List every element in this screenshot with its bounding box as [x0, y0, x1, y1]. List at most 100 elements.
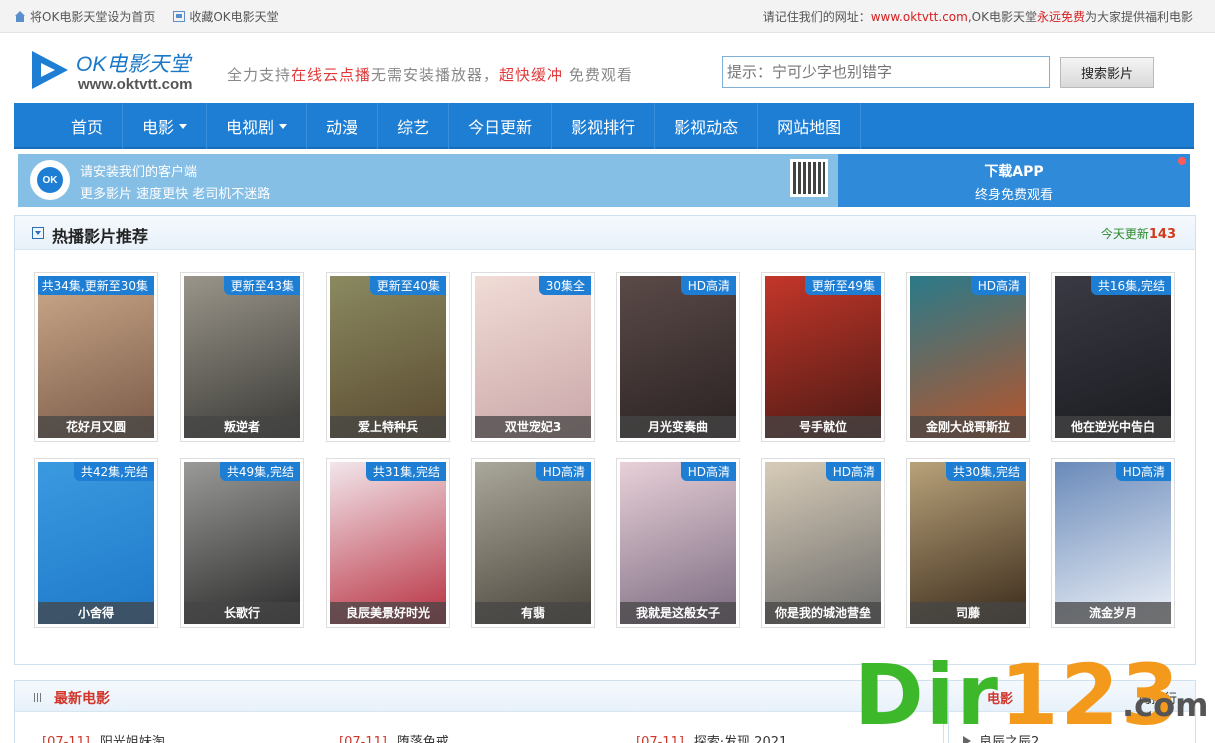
- movie-card[interactable]: 共30集,完结 司藤: [906, 458, 1030, 628]
- slogan: 全力支持在线云点播无需安装播放器，超快缓冲 免费观看: [227, 64, 633, 85]
- slogan-highlight: 超快缓冲: [499, 66, 564, 84]
- movie-title: 叛逆者: [184, 416, 300, 438]
- set-homepage-label: 将OK电影天堂设为首页: [30, 10, 156, 24]
- nav-item[interactable]: 动漫: [307, 103, 379, 149]
- latest-movie-row[interactable]: [07-11] 堕落色戒: [339, 731, 449, 743]
- search-input[interactable]: [722, 56, 1050, 88]
- nav-item-label: 电影: [142, 118, 175, 137]
- movie-title: 我就是这般女子: [620, 602, 736, 624]
- ranking-item[interactable]: 良辰之辰2: [963, 731, 1039, 743]
- movie-poster: 共42集,完结 小舍得: [38, 462, 154, 624]
- movie-poster: 30集全双世宠妃3: [475, 276, 591, 438]
- episode-badge: HD高清: [1115, 462, 1171, 481]
- nav-item-label: 今日更新: [468, 118, 533, 137]
- nav-item[interactable]: 影视动态: [655, 103, 759, 149]
- notification-dot: [1178, 157, 1186, 165]
- row-title: 阳光姐妹淘: [99, 735, 165, 743]
- movie-poster: HD高清 流金岁月: [1055, 462, 1171, 624]
- set-homepage-link[interactable]: 将OK电影天堂设为首页: [14, 8, 155, 25]
- movie-card[interactable]: HD高清我就是这般女子: [616, 458, 740, 628]
- app-banner[interactable]: OK 请安装我们的客户端 更多影片 速度更快 老司机不迷路 下载APP 终身免费…: [18, 154, 1190, 207]
- logo-name: OK电影天堂: [76, 53, 191, 76]
- movie-card[interactable]: 共31集,完结 良辰美景好时光: [326, 458, 450, 628]
- movie-card[interactable]: HD高清 有翡: [471, 458, 595, 628]
- section-title: 最新电影: [54, 691, 110, 707]
- movie-title: 花好月又圆: [38, 416, 154, 438]
- movie-card[interactable]: HD高清 金刚大战哥斯拉: [906, 272, 1030, 442]
- bookmark-link[interactable]: 收藏OK电影天堂: [173, 8, 279, 25]
- movie-card[interactable]: HD高清 流金岁月: [1051, 458, 1175, 628]
- movie-poster: 共16集,完结他在逆光中告白: [1055, 276, 1171, 438]
- movie-card[interactable]: 更新至40集 爱上特种兵: [326, 272, 450, 442]
- nav-item[interactable]: 电影: [123, 103, 208, 149]
- section-title: 热播影片推荐: [52, 227, 149, 246]
- top-bar: 将OK电影天堂设为首页 收藏OK电影天堂 请记住我们的网址：www.oktvtt…: [0, 0, 1215, 33]
- play-icon: [963, 735, 971, 743]
- row-date: [07-11]: [42, 735, 90, 743]
- movie-poster: HD高清我就是这般女子: [620, 462, 736, 624]
- latest-movies-section: 最新电影 [07-11] 阳光姐妹淘 [07-11] 堕落色戒 [07-11] 探索·发现…: [14, 680, 944, 743]
- search-button[interactable]: 搜索影片: [1060, 57, 1154, 88]
- movie-card[interactable]: 更新至49集 号手就位: [761, 272, 885, 442]
- section-header: 最新电影: [15, 681, 943, 712]
- qr-code-icon: [790, 159, 828, 197]
- episode-badge: 共31集,完结: [365, 462, 446, 481]
- episode-badge: 共16集,完结: [1090, 276, 1171, 295]
- nav-item-label: 综艺: [397, 118, 430, 137]
- movie-card[interactable]: 30集全双世宠妃3: [471, 272, 595, 442]
- nav-item[interactable]: 首页: [52, 103, 124, 149]
- latest-movie-row[interactable]: [07-11] 阳光姐妹淘: [42, 731, 165, 743]
- movie-title: 他在逆光中告白: [1055, 416, 1171, 438]
- nav-item[interactable]: 综艺: [378, 103, 450, 149]
- notice-prefix: 请记住我们的网址：: [762, 10, 871, 24]
- play-logo-icon: [32, 51, 68, 89]
- notice-suffix: 为大家提供福利电影: [1084, 10, 1193, 24]
- nav-item[interactable]: 今日更新: [449, 103, 553, 149]
- movie-poster: HD高清你是我的城池营垒: [765, 462, 881, 624]
- episode-badge: HD高清: [825, 462, 881, 481]
- app-banner-line2: 更多影片 速度更快 老司机不迷路: [80, 187, 271, 202]
- movie-poster: 更新至49集 号手就位: [765, 276, 881, 438]
- weekly-ranking-tab[interactable]: 周排行: [1138, 688, 1177, 707]
- movie-title: 小舍得: [38, 602, 154, 624]
- grid-icon: [34, 693, 43, 702]
- row-title: 堕落色戒: [396, 735, 449, 743]
- latest-movie-row[interactable]: [07-11] 探索·发现 2021: [636, 731, 787, 743]
- app-banner-line1: 请安装我们的客户端: [80, 165, 198, 180]
- app-banner-info: OK 请安装我们的客户端 更多影片 速度更快 老司机不迷路: [18, 154, 838, 207]
- movie-title: 金刚大战哥斯拉: [910, 416, 1026, 438]
- movie-card[interactable]: 共16集,完结他在逆光中告白: [1051, 272, 1175, 442]
- movie-poster: HD高清 金刚大战哥斯拉: [910, 276, 1026, 438]
- episode-badge: 更新至43集: [223, 276, 300, 295]
- movie-poster: 更新至43集叛逆者: [184, 276, 300, 438]
- notice-free: 永远免费: [1036, 10, 1085, 24]
- nav-item-label: 网站地图: [777, 118, 842, 137]
- nav-item[interactable]: 电视剧: [207, 103, 308, 149]
- movie-card[interactable]: 共49集,完结 长歌行: [180, 458, 304, 628]
- movie-poster: 共30集,完结 司藤: [910, 462, 1026, 624]
- movie-title: 你是我的城池营垒: [765, 602, 881, 624]
- notice-url[interactable]: www.oktvtt.com: [871, 10, 968, 24]
- episode-badge: HD高清: [680, 462, 736, 481]
- episode-badge: 30集全: [538, 276, 591, 295]
- movie-poster: 共49集,完结 长歌行: [184, 462, 300, 624]
- download-sub: 终身免费观看: [974, 188, 1053, 203]
- site-logo[interactable]: OK电影天堂 www.oktvtt.com: [30, 46, 220, 96]
- nav-item-label: 动漫: [326, 118, 359, 137]
- download-app-button[interactable]: 下载APP 终身免费观看: [838, 154, 1190, 207]
- movie-card[interactable]: 共34集,更新至30集 花好月又圆: [34, 272, 158, 442]
- movie-card[interactable]: HD高清 月光变奏曲: [616, 272, 740, 442]
- download-box-icon: [32, 227, 44, 239]
- movie-card[interactable]: HD高清你是我的城池营垒: [761, 458, 885, 628]
- nav-item-label: 首页: [71, 118, 104, 137]
- movie-title: 双世宠妃3: [475, 416, 591, 438]
- ranking-title[interactable]: 电影: [987, 688, 1013, 707]
- movie-card[interactable]: 更新至43集叛逆者: [180, 272, 304, 442]
- movie-title: 有翡: [475, 602, 591, 624]
- movie-card[interactable]: 共42集,完结 小舍得: [34, 458, 158, 628]
- nav-item[interactable]: 网站地图: [758, 103, 862, 149]
- ranking-header: 电影 周排行: [949, 681, 1195, 712]
- logo-url: www.oktvtt.com: [78, 76, 193, 93]
- nav-item[interactable]: 影视排行: [552, 103, 656, 149]
- bookmark-label: 收藏OK电影天堂: [189, 10, 279, 24]
